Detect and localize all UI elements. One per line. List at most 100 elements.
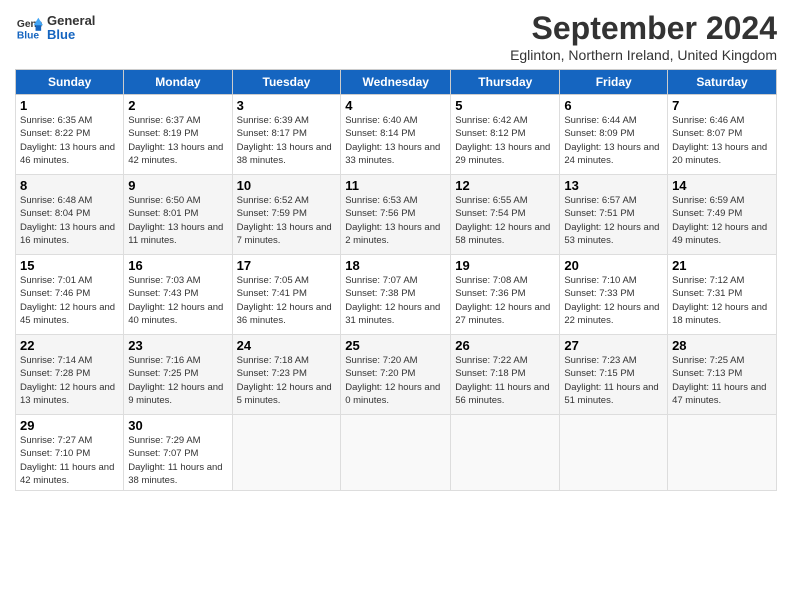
day-info: Sunrise: 7:01 AMSunset: 7:46 PMDaylight:… (20, 275, 115, 326)
day-info: Sunrise: 7:18 AMSunset: 7:23 PMDaylight:… (237, 355, 332, 406)
svg-text:Blue: Blue (17, 31, 40, 42)
calendar-cell (560, 415, 668, 491)
day-info: Sunrise: 6:57 AMSunset: 7:51 PMDaylight:… (564, 195, 659, 246)
calendar-cell: 26 Sunrise: 7:22 AMSunset: 7:18 PMDaylig… (451, 335, 560, 415)
day-info: Sunrise: 7:12 AMSunset: 7:31 PMDaylight:… (672, 275, 767, 326)
col-saturday: Saturday (668, 70, 777, 95)
day-number: 10 (237, 178, 337, 193)
day-number: 24 (237, 338, 337, 353)
day-number: 4 (345, 98, 446, 113)
calendar-cell: 2 Sunrise: 6:37 AMSunset: 8:19 PMDayligh… (124, 95, 232, 175)
calendar-week-row: 22 Sunrise: 7:14 AMSunset: 7:28 PMDaylig… (16, 335, 777, 415)
day-info: Sunrise: 7:20 AMSunset: 7:20 PMDaylight:… (345, 355, 440, 406)
col-wednesday: Wednesday (341, 70, 451, 95)
day-number: 13 (564, 178, 663, 193)
day-number: 20 (564, 258, 663, 273)
day-number: 26 (455, 338, 555, 353)
calendar-header-row: Sunday Monday Tuesday Wednesday Thursday… (16, 70, 777, 95)
day-number: 9 (128, 178, 227, 193)
calendar-cell: 30 Sunrise: 7:29 AMSunset: 7:07 PMDaylig… (124, 415, 232, 491)
day-info: Sunrise: 6:39 AMSunset: 8:17 PMDaylight:… (237, 115, 332, 166)
calendar-cell: 24 Sunrise: 7:18 AMSunset: 7:23 PMDaylig… (232, 335, 341, 415)
day-number: 30 (128, 418, 227, 433)
calendar-cell (668, 415, 777, 491)
day-info: Sunrise: 6:53 AMSunset: 7:56 PMDaylight:… (345, 195, 440, 246)
calendar-cell: 22 Sunrise: 7:14 AMSunset: 7:28 PMDaylig… (16, 335, 124, 415)
day-info: Sunrise: 7:10 AMSunset: 7:33 PMDaylight:… (564, 275, 659, 326)
calendar-cell: 21 Sunrise: 7:12 AMSunset: 7:31 PMDaylig… (668, 255, 777, 335)
day-number: 15 (20, 258, 119, 273)
day-info: Sunrise: 7:25 AMSunset: 7:13 PMDaylight:… (672, 355, 766, 406)
day-number: 3 (237, 98, 337, 113)
day-number: 16 (128, 258, 227, 273)
calendar-cell: 11 Sunrise: 6:53 AMSunset: 7:56 PMDaylig… (341, 175, 451, 255)
day-info: Sunrise: 7:27 AMSunset: 7:10 PMDaylight:… (20, 435, 114, 486)
day-info: Sunrise: 6:55 AMSunset: 7:54 PMDaylight:… (455, 195, 550, 246)
day-number: 5 (455, 98, 555, 113)
calendar-cell: 27 Sunrise: 7:23 AMSunset: 7:15 PMDaylig… (560, 335, 668, 415)
day-info: Sunrise: 6:42 AMSunset: 8:12 PMDaylight:… (455, 115, 550, 166)
day-number: 28 (672, 338, 772, 353)
calendar-cell: 10 Sunrise: 6:52 AMSunset: 7:59 PMDaylig… (232, 175, 341, 255)
location-subtitle: Eglinton, Northern Ireland, United Kingd… (510, 47, 777, 63)
day-number: 22 (20, 338, 119, 353)
calendar-cell: 4 Sunrise: 6:40 AMSunset: 8:14 PMDayligh… (341, 95, 451, 175)
calendar-cell: 1 Sunrise: 6:35 AMSunset: 8:22 PMDayligh… (16, 95, 124, 175)
col-sunday: Sunday (16, 70, 124, 95)
calendar-week-row: 15 Sunrise: 7:01 AMSunset: 7:46 PMDaylig… (16, 255, 777, 335)
day-info: Sunrise: 7:08 AMSunset: 7:36 PMDaylight:… (455, 275, 550, 326)
day-info: Sunrise: 7:03 AMSunset: 7:43 PMDaylight:… (128, 275, 223, 326)
day-number: 27 (564, 338, 663, 353)
day-number: 18 (345, 258, 446, 273)
calendar-cell: 29 Sunrise: 7:27 AMSunset: 7:10 PMDaylig… (16, 415, 124, 491)
col-monday: Monday (124, 70, 232, 95)
day-info: Sunrise: 6:52 AMSunset: 7:59 PMDaylight:… (237, 195, 332, 246)
calendar-cell: 18 Sunrise: 7:07 AMSunset: 7:38 PMDaylig… (341, 255, 451, 335)
calendar-cell: 14 Sunrise: 6:59 AMSunset: 7:49 PMDaylig… (668, 175, 777, 255)
day-number: 7 (672, 98, 772, 113)
calendar-cell: 9 Sunrise: 6:50 AMSunset: 8:01 PMDayligh… (124, 175, 232, 255)
calendar-week-row: 8 Sunrise: 6:48 AMSunset: 8:04 PMDayligh… (16, 175, 777, 255)
title-block: September 2024 Eglinton, Northern Irelan… (510, 10, 777, 63)
day-number: 29 (20, 418, 119, 433)
calendar-cell (451, 415, 560, 491)
calendar-cell: 13 Sunrise: 6:57 AMSunset: 7:51 PMDaylig… (560, 175, 668, 255)
calendar-cell (341, 415, 451, 491)
calendar-cell: 17 Sunrise: 7:05 AMSunset: 7:41 PMDaylig… (232, 255, 341, 335)
day-info: Sunrise: 7:05 AMSunset: 7:41 PMDaylight:… (237, 275, 332, 326)
calendar-table: Sunday Monday Tuesday Wednesday Thursday… (15, 69, 777, 491)
page-container: General Blue General Blue September 2024… (0, 0, 792, 501)
header: General Blue General Blue September 2024… (15, 10, 777, 63)
day-number: 17 (237, 258, 337, 273)
day-number: 1 (20, 98, 119, 113)
day-info: Sunrise: 7:16 AMSunset: 7:25 PMDaylight:… (128, 355, 223, 406)
calendar-cell: 16 Sunrise: 7:03 AMSunset: 7:43 PMDaylig… (124, 255, 232, 335)
day-number: 2 (128, 98, 227, 113)
logo-blue: Blue (47, 28, 95, 42)
calendar-cell: 15 Sunrise: 7:01 AMSunset: 7:46 PMDaylig… (16, 255, 124, 335)
col-tuesday: Tuesday (232, 70, 341, 95)
day-info: Sunrise: 6:59 AMSunset: 7:49 PMDaylight:… (672, 195, 767, 246)
calendar-cell (232, 415, 341, 491)
calendar-cell: 20 Sunrise: 7:10 AMSunset: 7:33 PMDaylig… (560, 255, 668, 335)
day-info: Sunrise: 6:44 AMSunset: 8:09 PMDaylight:… (564, 115, 659, 166)
calendar-cell: 19 Sunrise: 7:08 AMSunset: 7:36 PMDaylig… (451, 255, 560, 335)
calendar-cell: 25 Sunrise: 7:20 AMSunset: 7:20 PMDaylig… (341, 335, 451, 415)
logo-icon: General Blue (15, 14, 43, 42)
logo-general: General (47, 14, 95, 28)
calendar-week-row: 29 Sunrise: 7:27 AMSunset: 7:10 PMDaylig… (16, 415, 777, 491)
col-friday: Friday (560, 70, 668, 95)
calendar-cell: 3 Sunrise: 6:39 AMSunset: 8:17 PMDayligh… (232, 95, 341, 175)
day-info: Sunrise: 7:07 AMSunset: 7:38 PMDaylight:… (345, 275, 440, 326)
calendar-cell: 7 Sunrise: 6:46 AMSunset: 8:07 PMDayligh… (668, 95, 777, 175)
calendar-cell: 12 Sunrise: 6:55 AMSunset: 7:54 PMDaylig… (451, 175, 560, 255)
month-title: September 2024 (510, 10, 777, 47)
day-info: Sunrise: 6:35 AMSunset: 8:22 PMDaylight:… (20, 115, 115, 166)
calendar-week-row: 1 Sunrise: 6:35 AMSunset: 8:22 PMDayligh… (16, 95, 777, 175)
day-number: 19 (455, 258, 555, 273)
day-number: 6 (564, 98, 663, 113)
day-number: 14 (672, 178, 772, 193)
day-info: Sunrise: 7:14 AMSunset: 7:28 PMDaylight:… (20, 355, 115, 406)
day-number: 11 (345, 178, 446, 193)
day-info: Sunrise: 7:29 AMSunset: 7:07 PMDaylight:… (128, 435, 222, 486)
